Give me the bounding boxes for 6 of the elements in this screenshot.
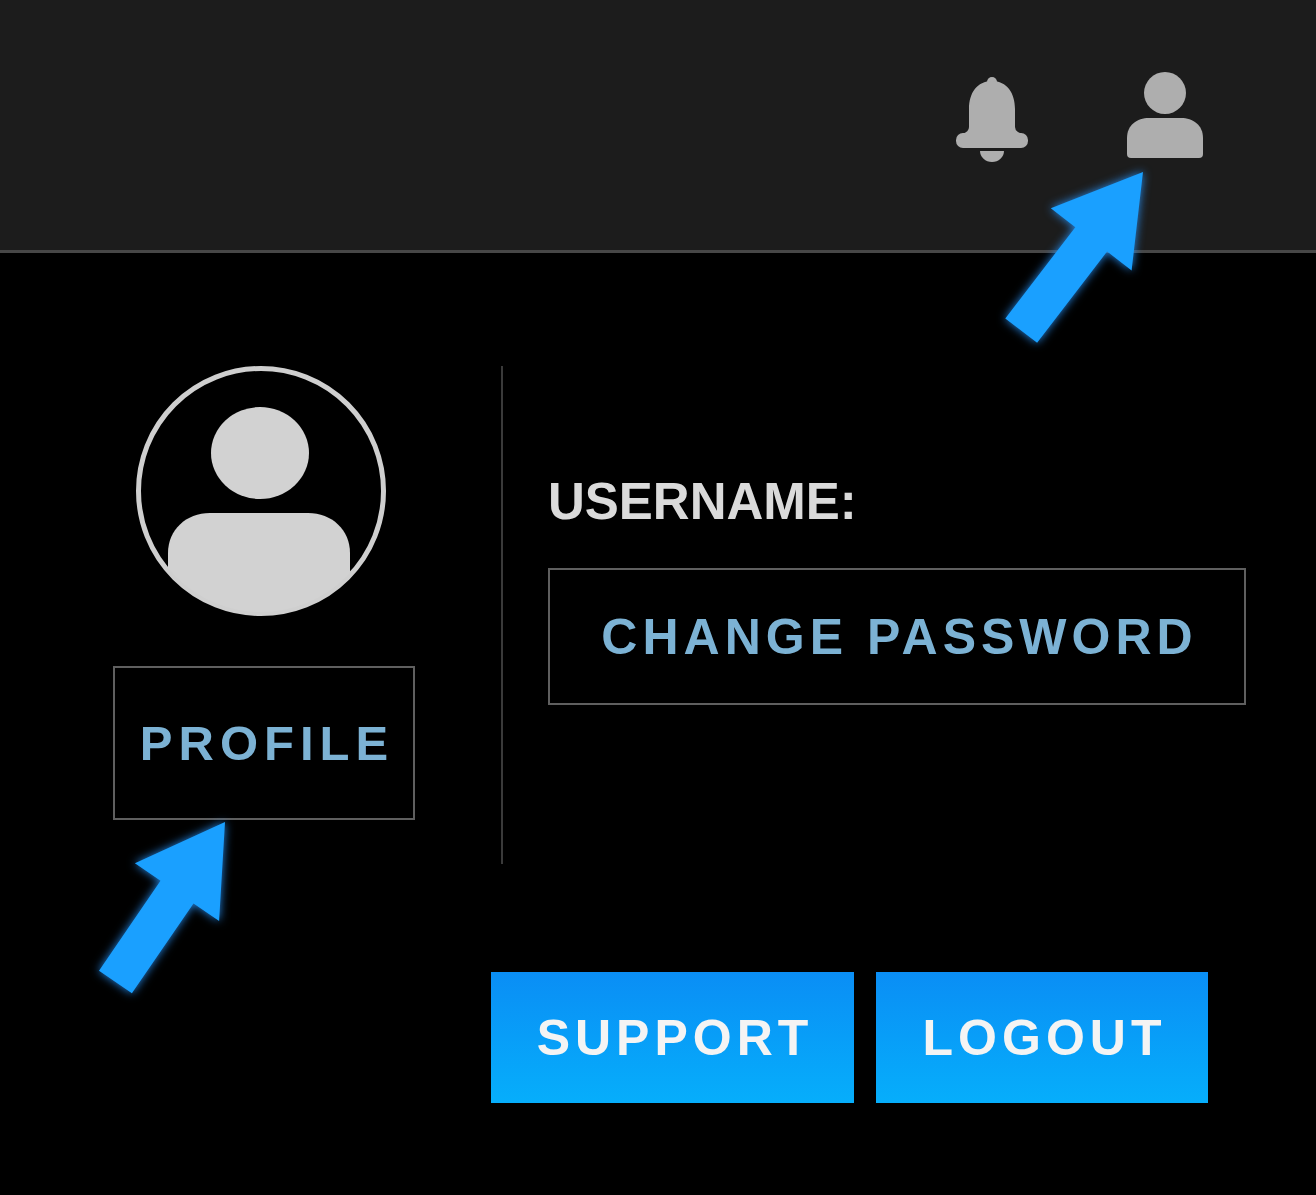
avatar-icon [136,366,386,616]
change-password-button[interactable]: CHANGE PASSWORD [548,568,1246,705]
user-icon[interactable] [1127,72,1203,158]
profile-button[interactable]: PROFILE [113,666,415,820]
username-label: USERNAME: [548,476,857,527]
bell-icon[interactable] [956,77,1028,162]
